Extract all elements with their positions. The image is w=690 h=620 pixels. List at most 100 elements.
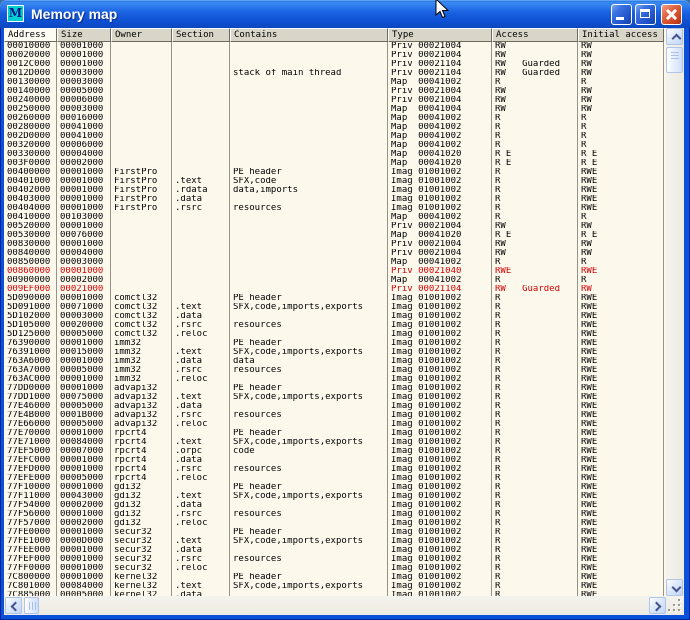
horizontal-scroll-thumb[interactable] (24, 597, 39, 614)
table-row[interactable]: 0026000000016000Map 00041002RR (4, 114, 666, 123)
cell-access: RWE (492, 267, 578, 276)
table-row[interactable]: 0086000000001000Priv 00021040RWERWE (4, 267, 666, 276)
table-row[interactable]: 77EFE00000005000rpcrt4.relocImag 0100100… (4, 474, 666, 483)
table-row[interactable]: 763A700000005000imm32.rsrcresourcesImag … (4, 366, 666, 375)
table-row[interactable]: 77FEF00000001000secur32.rsrcresourcesIma… (4, 555, 666, 564)
cell-owner: advapi32 (111, 393, 172, 402)
table-row[interactable]: 77F1100000043000gdi32.textSFX,code,impor… (4, 492, 666, 501)
scroll-right-button[interactable] (649, 597, 666, 614)
table-row[interactable]: 0090000000002000Map 00041002RR (4, 276, 666, 285)
cell-size: 00005000 (57, 420, 111, 429)
vertical-scrollbar[interactable] (666, 28, 684, 596)
table-row[interactable]: 77E7000000001000rpcrt4PE headerImag 0100… (4, 429, 666, 438)
maximize-button[interactable] (635, 4, 656, 25)
table-row[interactable]: 5D10500000020000comctl32.rsrcresourcesIm… (4, 321, 666, 330)
cell-section (172, 51, 230, 60)
table-row[interactable]: 77F1000000001000gdi32PE headerImag 01001… (4, 483, 666, 492)
table-row[interactable]: 009EF00000021000Priv 00021104RW GuardedR… (4, 285, 666, 294)
resize-grip[interactable] (667, 598, 684, 614)
close-button[interactable] (661, 4, 682, 25)
table-row[interactable]: 77E4B0000001B000advapi32.rsrcresourcesIm… (4, 411, 666, 420)
table-row[interactable]: 5D10200000003000comctl32.dataImag 010010… (4, 312, 666, 321)
column-header-contains[interactable]: Contains (230, 28, 388, 42)
column-header-owner[interactable]: Owner (111, 28, 172, 42)
table-row[interactable]: 002D000000041000Map 00041002RR (4, 132, 666, 141)
table-row[interactable]: 7639100000015000imm32.textSFX,code,impor… (4, 348, 666, 357)
table-row[interactable]: 0040100000001000FirstPro.textSFX,codeIma… (4, 177, 666, 186)
column-header-size[interactable]: Size (57, 28, 111, 42)
table-row[interactable]: 77E4600000005000advapi32.dataImag 010010… (4, 402, 666, 411)
table-row[interactable]: 0040400000001000FirstPro.rsrcresourcesIm… (4, 204, 666, 213)
table-row[interactable]: 0002000000001000Priv 00021004RWRW (4, 51, 666, 60)
column-header-address[interactable]: Address (4, 28, 57, 42)
cell-type: Imag 01001002 (388, 411, 492, 420)
table-row[interactable]: 77FEE00000001000secur32.dataImag 0100100… (4, 546, 666, 555)
table-row[interactable]: 0012C00000001000Priv 00021104RW GuardedR… (4, 60, 666, 69)
table-row[interactable]: 0024000000006000Priv 00021004RWRW (4, 96, 666, 105)
minimize-button[interactable] (611, 4, 632, 25)
table-row[interactable]: 7C80100000084000kernel32.textSFX,code,im… (4, 582, 666, 591)
table-row[interactable]: 77F5600000001000gdi32.rsrcresourcesImag … (4, 510, 666, 519)
table-row[interactable]: 763AC00000001000imm32.relocImag 01001002… (4, 375, 666, 384)
table-row[interactable]: 0001000000001000Priv 00021004RWRW (4, 42, 666, 51)
table-row[interactable]: 77FE10000000D000secur32.textSFX,code,imp… (4, 537, 666, 546)
cell-contains (230, 267, 388, 276)
table-row[interactable]: 0053000000076000Map 00041020R ER E (4, 231, 666, 240)
table-row[interactable]: 77DD100000075000advapi32.textSFX,code,im… (4, 393, 666, 402)
grip-dot (668, 609, 670, 611)
table-row[interactable]: 0033000000004000Map 00041020R ER E (4, 150, 666, 159)
cell-initial-access: RWE (578, 555, 664, 564)
table-row[interactable]: 77FF000000001000secur32.relocImag 010010… (4, 564, 666, 573)
scroll-left-button[interactable] (5, 597, 22, 614)
column-header-section[interactable]: Section (172, 28, 230, 42)
table-row[interactable]: 0084000000004000Priv 00021004RWRW (4, 249, 666, 258)
table-row[interactable]: 77F5700000002000gdi32.relocImag 01001002… (4, 519, 666, 528)
table-row[interactable]: 0040200000001000FirstPro.rdatadata,impor… (4, 186, 666, 195)
table-row[interactable]: 77FE000000001000secur32PE headerImag 010… (4, 528, 666, 537)
table-row[interactable]: 77E6600000005000advapi32.relocImag 01001… (4, 420, 666, 429)
table-row[interactable]: 0032000000006000Map 00041002RR (4, 141, 666, 150)
horizontal-scrollbar[interactable] (4, 596, 684, 615)
table-row[interactable]: 77EF500000007000rpcrt4.orpccodeImag 0100… (4, 447, 666, 456)
table-row[interactable]: 77EFD00000001000rpcrt4.rsrcresourcesImag… (4, 465, 666, 474)
cell-type: Imag 01001002 (388, 564, 492, 573)
table-row[interactable]: 0083000000001000Priv 00021004RWRW (4, 240, 666, 249)
title-bar[interactable]: M Memory map (0, 0, 690, 28)
table-row[interactable]: 77E7100000084000rpcrt4.textSFX,code,impo… (4, 438, 666, 447)
cell-size: 00001000 (57, 168, 111, 177)
table-row[interactable]: 0012D00000003000stack of main threadPriv… (4, 69, 666, 78)
cell-size: 00001000 (57, 510, 111, 519)
column-header-initial-access[interactable]: Initial access (578, 28, 664, 42)
table-row[interactable]: 0028000000041000Map 00041002RR (4, 123, 666, 132)
cell-contains: PE header (230, 168, 388, 177)
cell-access: R (492, 204, 578, 213)
column-header-access[interactable]: Access (492, 28, 578, 42)
scroll-up-button[interactable] (666, 28, 683, 45)
table-row[interactable]: 7C80000000001000kernel32PE headerImag 01… (4, 573, 666, 582)
vertical-scroll-thumb[interactable] (666, 47, 683, 73)
table-row[interactable]: 77F5400000002000gdi32.dataImag 01001002R… (4, 501, 666, 510)
table-row[interactable]: 0014000000005000Priv 00021004RWRW (4, 87, 666, 96)
table-row[interactable]: 0025000000003000Map 00041004RWRW (4, 105, 666, 114)
table-row[interactable]: 5D09000000001000comctl32PE headerImag 01… (4, 294, 666, 303)
table-row[interactable]: 0052000000001000Priv 00021004RWRW (4, 222, 666, 231)
table-row[interactable]: 0040000000001000FirstProPE headerImag 01… (4, 168, 666, 177)
cell-initial-access: R (578, 78, 664, 87)
table-row[interactable]: 77EFC00000001000rpcrt4.dataImag 01001002… (4, 456, 666, 465)
cell-type: Imag 01001002 (388, 429, 492, 438)
cell-type: Priv 00021004 (388, 240, 492, 249)
table-row[interactable]: 003F000000002000Map 00041020R ER E (4, 159, 666, 168)
table-row[interactable]: 0013000000003000Map 00041002RR (4, 78, 666, 87)
table-row[interactable]: 5D12500000005000comctl32.relocImag 01001… (4, 330, 666, 339)
table-row[interactable]: 5D09100000071000comctl32.textSFX,code,im… (4, 303, 666, 312)
window-title: Memory map (31, 5, 117, 23)
table-row[interactable]: 0041000000103000Map 00041002RR (4, 213, 666, 222)
cell-owner (111, 249, 172, 258)
table-row[interactable]: 0085000000003000Map 00041002RR (4, 258, 666, 267)
table-row[interactable]: 77DD000000001000advapi32PE headerImag 01… (4, 384, 666, 393)
column-header-type[interactable]: Type (388, 28, 492, 42)
scroll-down-button[interactable] (666, 579, 683, 596)
table-row[interactable]: 763A600000001000imm32.datadataImag 01001… (4, 357, 666, 366)
table-row[interactable]: 0040300000001000FirstPro.dataImag 010010… (4, 195, 666, 204)
table-row[interactable]: 7639000000001000imm32PE headerImag 01001… (4, 339, 666, 348)
